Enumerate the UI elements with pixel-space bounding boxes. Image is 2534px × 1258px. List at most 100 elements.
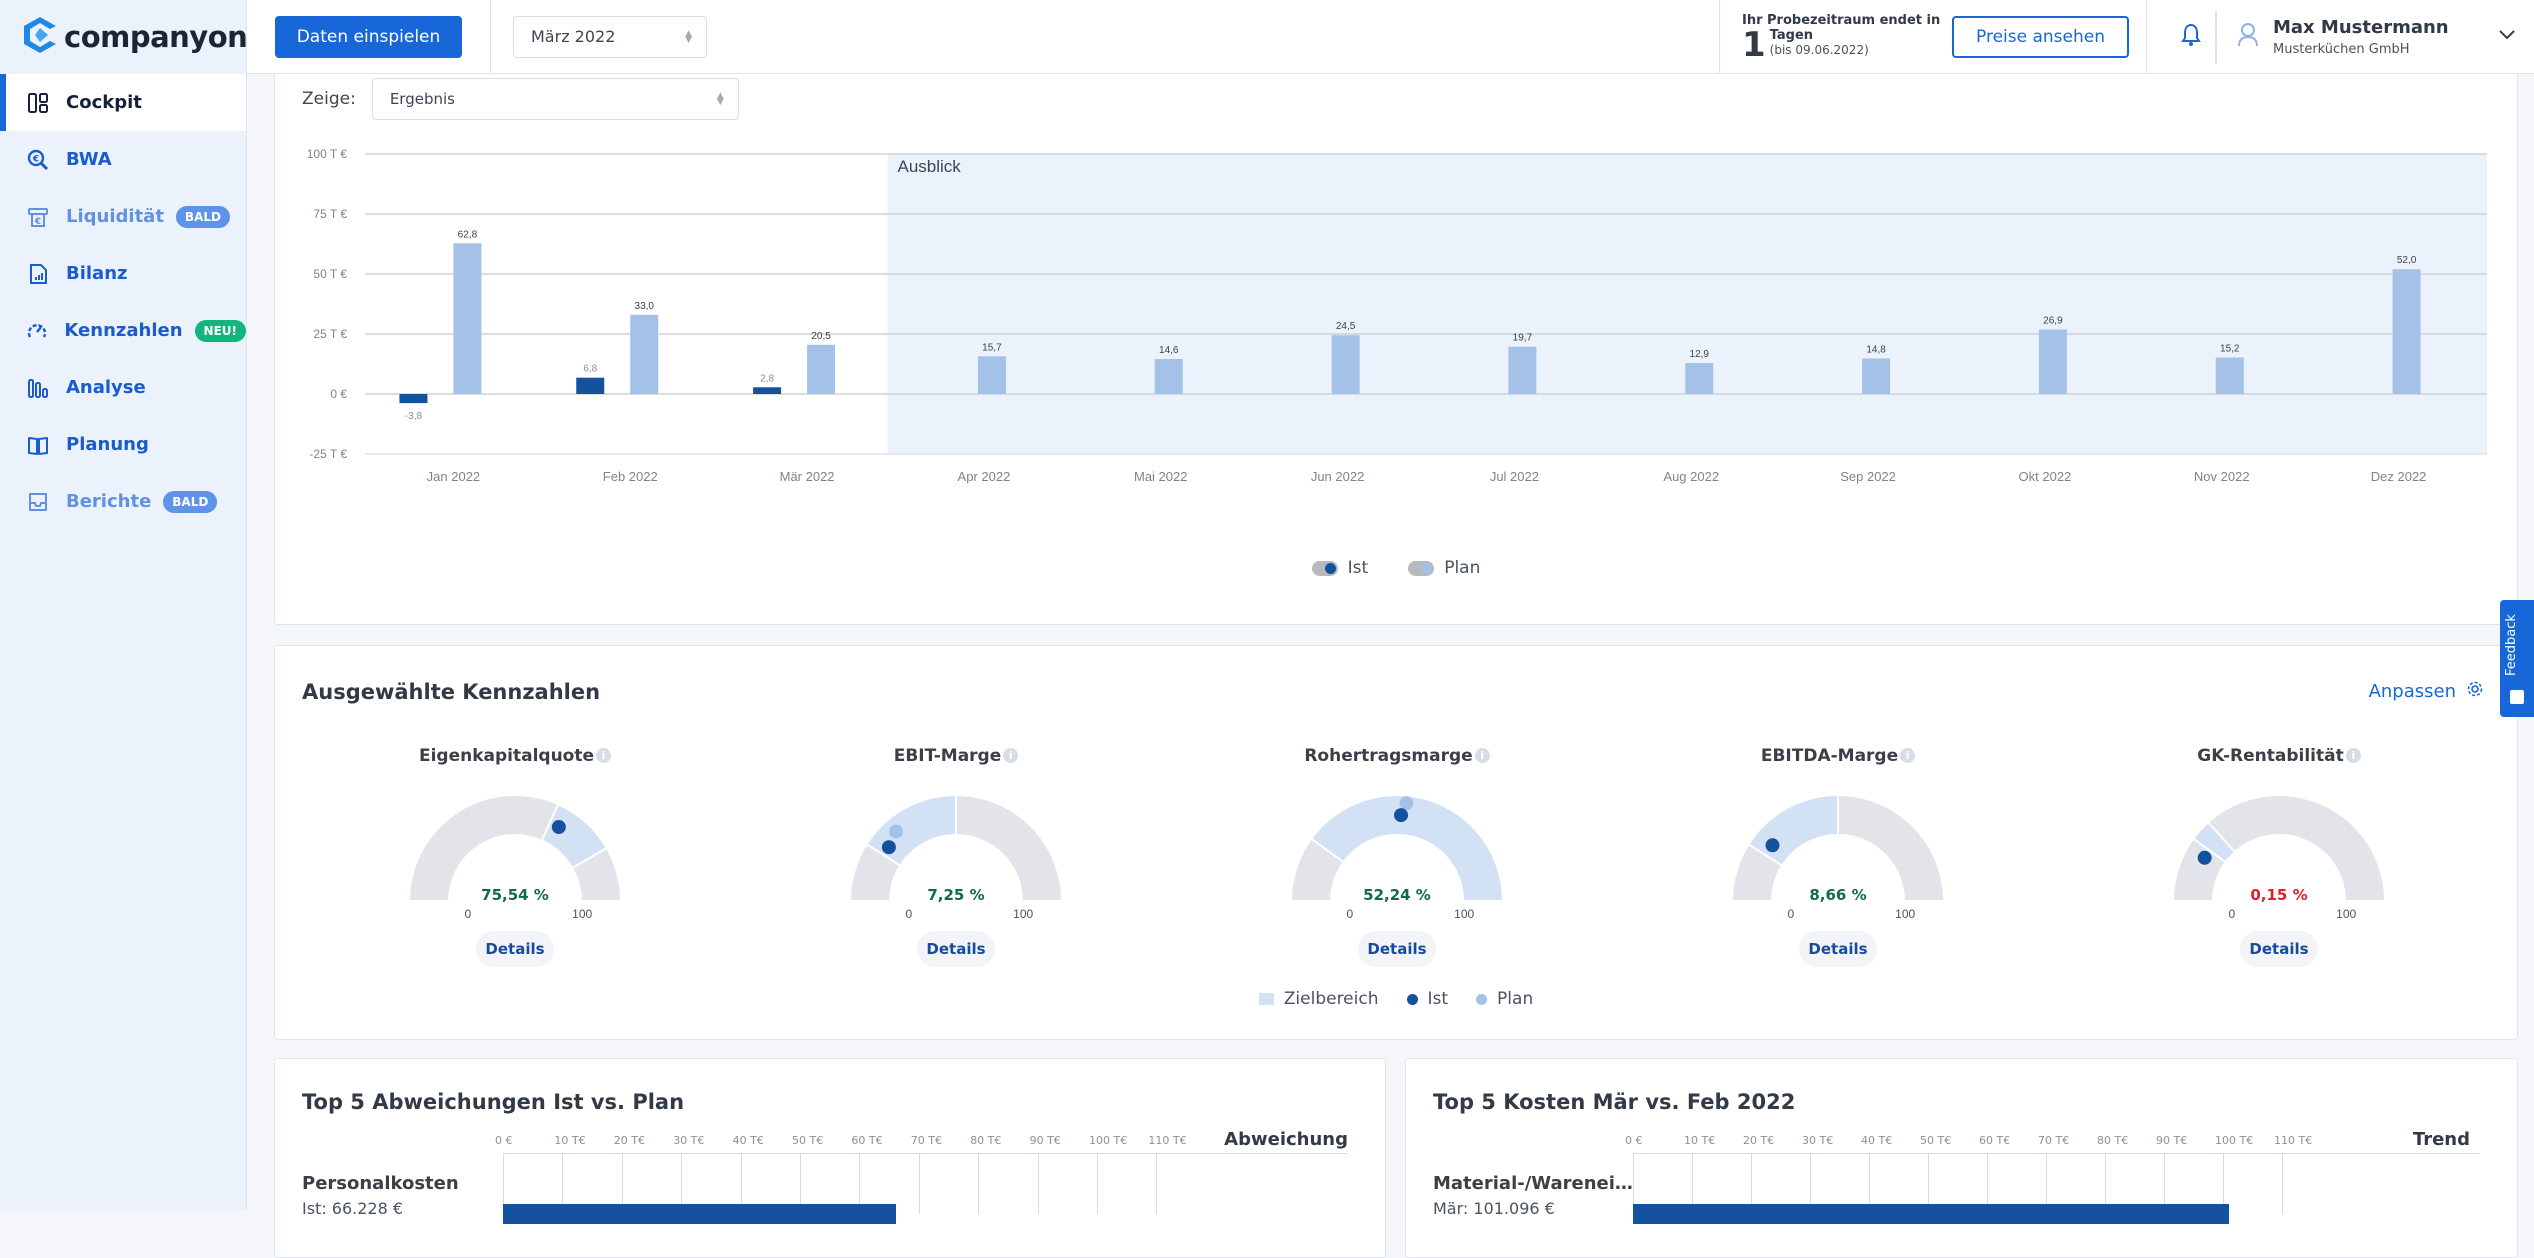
x-tick-label: Okt 2022 <box>2019 469 2072 484</box>
gauge-min-label: 0 <box>2228 907 2235 921</box>
bar-plan[interactable] <box>1508 346 1537 394</box>
sidebar-item-berichte[interactable]: Berichte BALD <box>0 473 246 530</box>
bar-plan[interactable] <box>1685 363 1714 394</box>
sidebar-item-cockpit[interactable]: Cockpit <box>0 74 246 131</box>
gauge-svg: 0 100 <box>2171 794 2387 921</box>
bar-plan[interactable] <box>2038 329 2067 394</box>
sidebar-item-analyse[interactable]: Analyse <box>0 359 246 416</box>
bar-plan[interactable] <box>1331 335 1360 394</box>
gauge-min-label: 0 <box>1346 907 1353 921</box>
row-sub: Mär: 101.096 € <box>1433 1199 1555 1218</box>
gauge-max-label: 100 <box>572 907 592 921</box>
sidebar-item-bwa[interactable]: € BWA <box>0 131 246 188</box>
sidebar-item-liquiditt[interactable]: € Liquidität BALD <box>0 188 246 245</box>
gauge-max-label: 100 <box>1454 907 1474 921</box>
bar-ist[interactable] <box>576 377 605 394</box>
target-swatch-icon <box>1258 993 1274 1005</box>
bar-ist[interactable] <box>399 394 428 404</box>
feedback-tab[interactable]: Feedback <box>2500 600 2534 717</box>
kpi-details-button[interactable]: Details <box>2240 931 2318 967</box>
bar-plan[interactable] <box>807 344 836 394</box>
bar-plan[interactable] <box>2215 357 2244 394</box>
gauge-max-label: 100 <box>2336 907 2356 921</box>
x-axis-label: 40 T€ <box>1861 1134 1893 1147</box>
bar-plan[interactable] <box>453 243 482 394</box>
row-label: Personalkosten <box>302 1173 459 1194</box>
sidebar-item-bilanz[interactable]: Bilanz <box>0 245 246 302</box>
chevron-down-icon[interactable] <box>2498 26 2516 45</box>
customize-label: Anpassen <box>2368 681 2456 702</box>
sidebar-item-label: BWA <box>66 149 112 170</box>
sidebar-item-label: Planung <box>66 434 149 455</box>
sidebar-item-label: Cockpit <box>66 92 142 113</box>
report-document-icon <box>26 262 50 286</box>
sidebar-item-kennzahlen[interactable]: Kennzahlen NEU! <box>0 302 246 359</box>
legend-label: Zielbereich <box>1283 989 1379 1009</box>
bar-plan[interactable] <box>630 314 659 394</box>
show-select[interactable]: Ergebnis ▲ ▼ <box>371 78 739 120</box>
gauge-svg: 0 100 <box>1730 793 1946 921</box>
kpi-details-button[interactable]: Details <box>1799 931 1877 967</box>
x-axis-label: 110 T€ <box>2274 1134 2313 1147</box>
bar[interactable] <box>1633 1204 2230 1224</box>
kpi-title: Rohertragsmarge i <box>1247 746 1547 766</box>
kpi-details-button[interactable]: Details <box>1358 931 1436 967</box>
show-label: Zeige: <box>302 89 356 109</box>
x-tick-label: Mär 2022 <box>780 469 835 484</box>
data-label-plan: 20,5 <box>811 331 831 342</box>
bar-plan[interactable] <box>1862 358 1891 394</box>
y-tick-label: 50 T € <box>313 267 347 281</box>
legend-toggle-plan[interactable]: Plan <box>1408 558 1480 578</box>
x-axis-label: 70 T€ <box>910 1134 943 1147</box>
info-icon[interactable]: i <box>596 748 612 763</box>
gauge-max-label: 100 <box>1013 907 1033 921</box>
x-axis-label: 100 T€ <box>1089 1134 1128 1147</box>
info-icon[interactable]: i <box>1003 748 1019 763</box>
period-select[interactable]: März 2022 ▲ ▼ <box>513 15 707 58</box>
toggle-icon <box>1408 560 1435 576</box>
kpi-gauge: EBITDA-Marge i 0 100 8,66 % Details <box>1688 746 1988 986</box>
show-select-value: Ergebnis <box>389 90 455 108</box>
import-data-button[interactable]: Daten einspielen <box>275 15 462 58</box>
axis-line <box>503 1153 1348 1154</box>
trial-unit: Tagen <box>1769 27 1814 43</box>
user-menu[interactable]: Max Mustermann Musterküchen GmbH <box>2215 10 2534 64</box>
kpi-details-button[interactable]: Details <box>917 931 995 967</box>
customize-link[interactable]: Anpassen <box>2369 680 2484 703</box>
legend-toggle-ist[interactable]: Ist <box>1311 558 1368 578</box>
logo[interactable]: companyon <box>0 0 248 74</box>
user-name: Max Mustermann <box>2273 17 2449 38</box>
info-icon[interactable]: i <box>1474 748 1490 763</box>
bar-ist[interactable] <box>753 387 782 394</box>
x-axis-label: 30 T€ <box>673 1134 705 1147</box>
bar-plan[interactable] <box>1154 358 1183 394</box>
kpi-title: Eigenkapitalquote i <box>365 746 665 766</box>
info-icon[interactable]: i <box>1900 748 1916 763</box>
legend-label: Ist <box>1427 989 1449 1009</box>
legend-item-plan: Plan <box>1476 989 1533 1009</box>
gauge-min-label: 0 <box>1787 907 1794 921</box>
svg-text:€: € <box>32 154 39 164</box>
info-icon[interactable]: i <box>2345 748 2361 763</box>
view-prices-button[interactable]: Preise ansehen <box>1952 16 2129 58</box>
x-axis-label: 80 T€ <box>2097 1134 2129 1147</box>
gauge-ist-marker <box>2197 850 2212 865</box>
x-axis-label: 10 T€ <box>1684 1134 1716 1147</box>
euro-search-icon: € <box>26 148 50 172</box>
gauge-min-label: 0 <box>905 907 912 921</box>
x-axis-label: 0 € <box>1625 1134 1643 1147</box>
svg-text:€: € <box>34 217 41 227</box>
kpi-title-text: GK-Rentabilität <box>2197 746 2344 766</box>
sidebar-item-planung[interactable]: Planung <box>0 416 246 473</box>
data-label-plan: 33,0 <box>635 301 655 312</box>
bar-plan[interactable] <box>977 356 1006 394</box>
gauge-ist-marker <box>1394 808 1409 823</box>
bar-plan[interactable] <box>2392 269 2421 394</box>
plan-dot-icon <box>1476 993 1488 1005</box>
bar[interactable] <box>503 1204 897 1224</box>
dashboard-icon <box>26 91 50 115</box>
sidebar-item-label: Bilanz <box>66 263 128 284</box>
kpi-details-button[interactable]: Details <box>476 931 554 967</box>
x-axis-label: 60 T€ <box>851 1134 883 1147</box>
kpi-legend: Zielbereich Ist Plan <box>275 989 2517 1009</box>
